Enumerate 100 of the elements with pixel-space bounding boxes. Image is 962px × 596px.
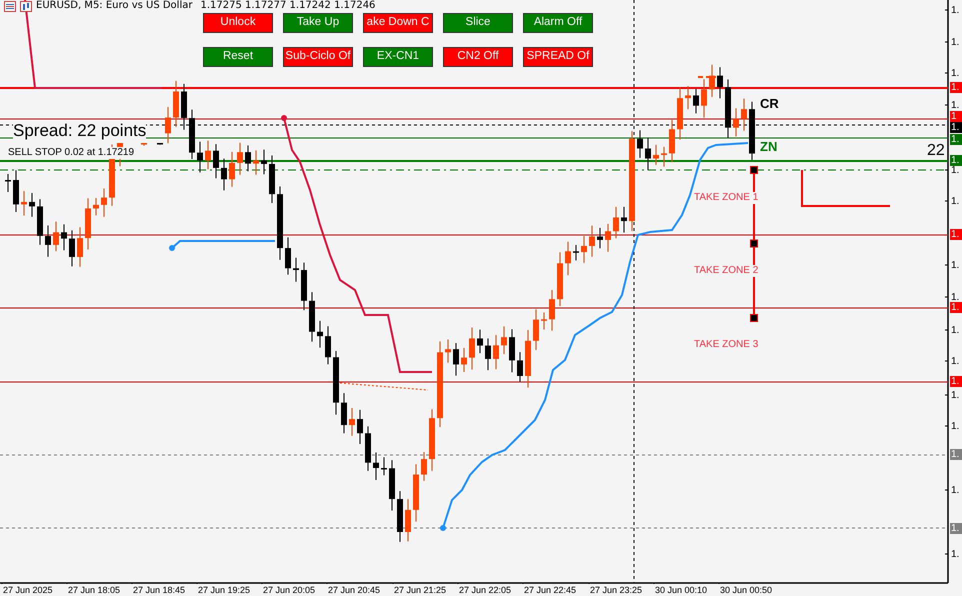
candlestick	[197, 141, 203, 173]
candlestick	[205, 140, 211, 170]
candlestick	[21, 190, 27, 216]
candlestick	[293, 257, 299, 282]
candlestick	[405, 498, 411, 542]
candlestick	[565, 241, 571, 276]
candlestick	[157, 142, 163, 146]
candlestick	[229, 151, 235, 188]
candlestick	[661, 146, 667, 168]
take-zone-label: TAKE ZONE 2	[694, 265, 758, 277]
candlestick	[173, 80, 179, 128]
candlestick	[733, 108, 739, 137]
price-tag: 1.	[950, 229, 962, 240]
time-tick-label: 27 Jun 22:45	[524, 585, 576, 596]
candlestick	[621, 206, 627, 234]
toggle-button[interactable]: Take Up	[283, 13, 353, 33]
time-tick-label: 27 Jun 20:05	[263, 585, 316, 596]
price-tick-label: 1.	[951, 325, 960, 336]
time-tick-label: 27 Jun 22:05	[459, 585, 512, 596]
candlestick	[213, 144, 219, 179]
candlestick	[77, 226, 83, 268]
candlestick	[365, 426, 371, 472]
candlestick	[693, 88, 699, 114]
candlestick	[493, 334, 499, 370]
toggle-button[interactable]: Alarm Off	[523, 13, 593, 33]
candlestick	[253, 150, 259, 176]
candlestick	[677, 86, 683, 140]
toggle-button[interactable]: Slice	[443, 13, 513, 33]
candlestick	[709, 64, 715, 98]
indicator-dot-icon	[281, 115, 287, 121]
candlestick	[349, 408, 355, 436]
candlestick	[421, 451, 427, 482]
candlestick	[285, 236, 291, 276]
candlestick	[501, 326, 507, 355]
time-tick-label: 27 Jun 2025	[3, 585, 53, 596]
candlestick	[301, 262, 307, 311]
price-tick-label: 1.	[951, 421, 960, 432]
chart-title: EURUSD, M5: Euro vs US Dollar	[36, 0, 192, 12]
candlestick	[141, 142, 147, 146]
candlestick	[549, 290, 555, 332]
candlestick	[445, 338, 451, 364]
candlestick	[29, 192, 35, 218]
candlestick	[653, 144, 659, 166]
candlestick	[69, 230, 75, 267]
price-tick-label: 1.	[951, 260, 960, 271]
price-tag: 1.	[950, 302, 962, 313]
price-tick-label: 1.	[951, 37, 960, 48]
candlestick	[541, 312, 547, 330]
candlestick	[557, 252, 563, 307]
candlestick	[333, 350, 339, 416]
candlestick	[61, 224, 67, 251]
time-tick-label: 30 Jun 00:50	[720, 585, 772, 596]
candlestick	[701, 78, 707, 118]
toggle-button[interactable]: Sub-Ciclo Of	[283, 47, 353, 67]
price-tag: 1.	[950, 155, 962, 166]
candlestick	[85, 198, 91, 250]
candlestick	[389, 460, 395, 511]
candlestick	[573, 244, 579, 261]
toggle-button[interactable]: ake Down C	[363, 13, 433, 33]
candlestick	[165, 106, 171, 144]
candlestick	[581, 236, 587, 264]
time-tick-label: 27 Jun 18:45	[133, 585, 186, 596]
toggle-button[interactable]: Unlock	[203, 13, 273, 33]
indicator-dot-icon	[440, 525, 446, 531]
price-tick-label: 1.	[951, 292, 960, 303]
candlestick	[613, 206, 619, 239]
price-tick-label: 1.	[951, 68, 960, 79]
candlestick	[13, 170, 19, 212]
order-label: SELL STOP 0.02 at 1.17219	[8, 147, 134, 159]
level-marker: CR	[760, 97, 779, 111]
candlestick	[725, 78, 731, 139]
candlestick	[477, 329, 483, 354]
candlestick	[533, 308, 539, 351]
candlestick	[597, 227, 603, 249]
candlestick	[517, 352, 523, 383]
candlestick	[317, 320, 323, 348]
time-tick-label: 27 Jun 23:25	[590, 585, 642, 596]
take-zone-label: TAKE ZONE 1	[694, 192, 758, 204]
toggle-button[interactable]: EX-CN1	[363, 47, 433, 67]
time-tick-label: 27 Jun 18:05	[68, 585, 120, 596]
candlestick	[101, 188, 107, 218]
candlestick	[717, 66, 723, 99]
candlestick	[341, 392, 347, 434]
price-tag: 1.	[950, 449, 962, 460]
level-marker: ZN	[760, 140, 778, 154]
candlestick	[237, 142, 243, 176]
candlestick	[645, 137, 651, 171]
candlestick	[45, 225, 51, 258]
candlestick	[397, 490, 403, 542]
time-tick-label: 27 Jun 20:45	[328, 585, 380, 596]
price-tick-label: 1.	[951, 100, 960, 111]
time-tick-label: 27 Jun 19:25	[198, 585, 250, 596]
candlestick	[589, 225, 595, 258]
toggle-button[interactable]: SPREAD Of	[523, 47, 593, 67]
candlestick	[53, 221, 59, 252]
candlestick	[245, 145, 251, 172]
toggle-button[interactable]: Reset	[203, 47, 273, 67]
time-tick-label: 27 Jun 21:25	[394, 585, 446, 596]
price-tag: 1.	[950, 122, 962, 133]
toggle-button[interactable]: CN2 Off	[443, 47, 513, 67]
